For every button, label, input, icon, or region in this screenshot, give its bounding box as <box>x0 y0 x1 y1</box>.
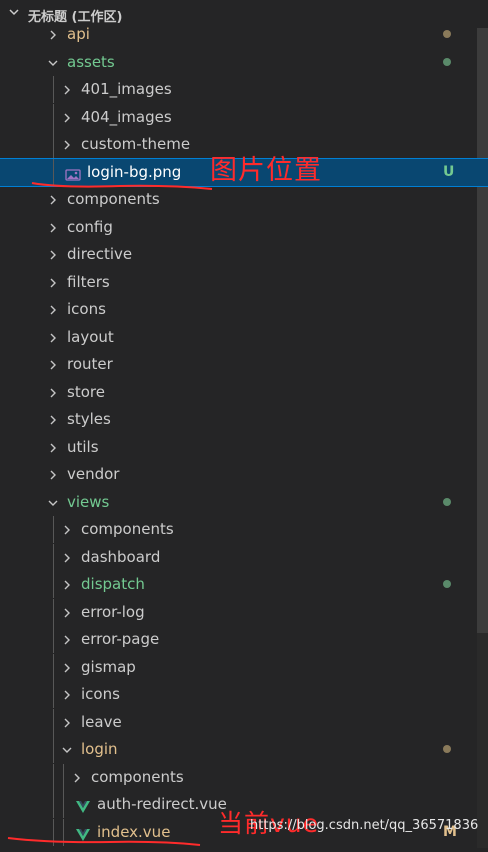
underline-login-bg <box>31 182 213 190</box>
underline-index-vue <box>7 837 201 846</box>
annotation-underlines <box>7 182 213 846</box>
